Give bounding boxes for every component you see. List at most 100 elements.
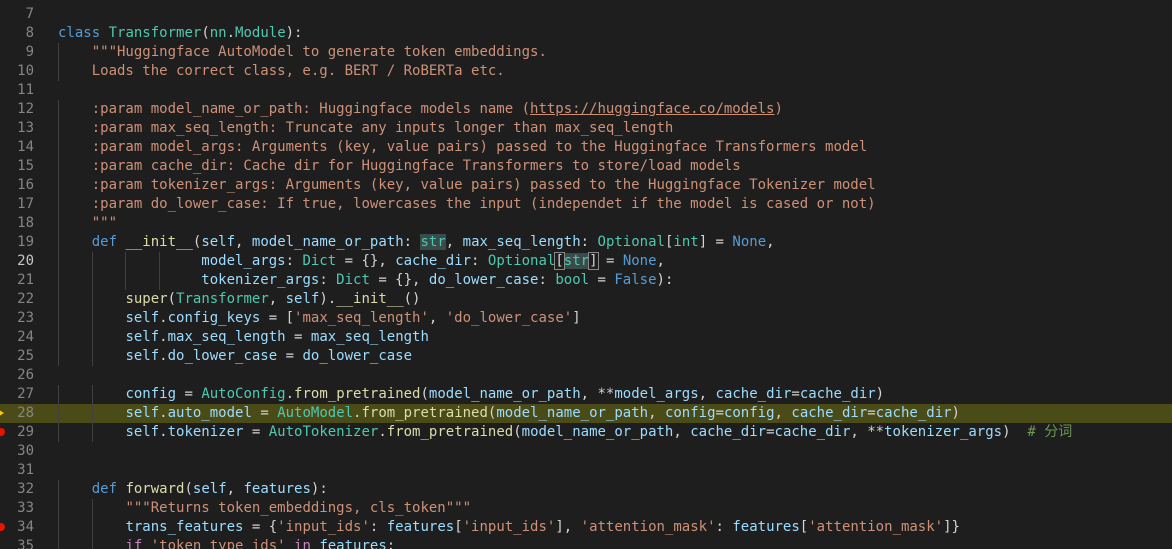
line-number: 20 <box>17 253 34 269</box>
code-token: config <box>664 405 716 421</box>
line-number: 11 <box>17 82 34 98</box>
code-token: self <box>201 234 236 250</box>
line-number: 32 <box>17 481 34 497</box>
code-token: [ <box>454 519 463 535</box>
code-token: ( <box>513 424 522 440</box>
code-token: ( <box>184 481 193 497</box>
code-text: :param do_lower_case: If true, lowercase… <box>58 195 876 214</box>
code-text: """Huggingface AutoModel to generate tok… <box>58 43 547 62</box>
code-token: , <box>766 234 775 250</box>
code-token: . <box>159 310 168 326</box>
code-token: Optional <box>487 253 556 269</box>
code-token: in <box>294 538 311 549</box>
code-line[interactable]: 28 self.auto_model = AutoModel.from_pret… <box>0 404 1172 423</box>
code-token: = <box>243 424 269 440</box>
code-line[interactable]: 11 <box>0 81 1172 100</box>
code-text: :param max_seq_length: Truncate any inpu… <box>58 119 674 138</box>
code-token: :param model_args: Arguments (key, value… <box>91 139 868 155</box>
code-line[interactable]: 9 """Huggingface AutoModel to generate t… <box>0 43 1172 62</box>
code-line[interactable]: 7 <box>0 5 1172 24</box>
code-token: ], <box>555 519 581 535</box>
code-line[interactable]: 32 def forward(self, features): <box>0 480 1172 499</box>
code-token: trans_features <box>125 519 244 535</box>
code-token: = {}, <box>336 253 396 269</box>
code-line[interactable]: 22 super(Transformer, self).__init__() <box>0 290 1172 309</box>
code-token: tokenizer_args <box>201 272 320 288</box>
code-token: , <box>268 291 286 307</box>
code-line[interactable]: 16 :param tokenizer_args: Arguments (key… <box>0 176 1172 195</box>
code-token: . <box>159 424 168 440</box>
code-token: ] = <box>698 234 733 250</box>
code-text: :param cache_dir: Cache dir for Huggingf… <box>58 157 741 176</box>
code-line[interactable]: 15 :param cache_dir: Cache dir for Huggi… <box>0 157 1172 176</box>
code-token: , <box>445 234 463 250</box>
code-line[interactable]: 35 if 'token_type_ids' in features: <box>0 537 1172 549</box>
code-token: super <box>125 291 168 307</box>
code-token: AutoModel <box>277 405 354 421</box>
code-line[interactable]: 29 self.tokenizer = AutoTokenizer.from_p… <box>0 423 1172 442</box>
code-token: . <box>285 386 295 402</box>
code-token: 'attention_mask' <box>808 519 944 535</box>
code-line[interactable]: 24 self.max_seq_length = max_seq_length <box>0 328 1172 347</box>
code-line[interactable]: 26 <box>0 366 1172 385</box>
code-line[interactable]: 23 self.config_keys = ['max_seq_length',… <box>0 309 1172 328</box>
code-token: Dict <box>302 253 337 269</box>
code-token: : <box>538 272 556 288</box>
code-token: auto_model <box>167 405 252 421</box>
code-editor[interactable]: 7 8 class Transformer(nn.Module): 9 """Hugg… <box>0 0 1172 549</box>
code-line[interactable]: 18 """ <box>0 214 1172 233</box>
code-line[interactable]: 13 :param max_seq_length: Truncate any i… <box>0 119 1172 138</box>
code-line[interactable]: 34 trans_features = {'input_ids': featur… <box>0 518 1172 537</box>
code-token: model_name_or_path <box>428 386 581 402</box>
code-text: config = AutoConfig.from_pretrained(mode… <box>58 385 884 404</box>
code-line[interactable]: 20 model_args: Dict = {}, cache_dir: Opt… <box>0 252 1172 271</box>
code-token: = <box>715 405 724 421</box>
code-line[interactable]: 8 class Transformer(nn.Module): <box>0 24 1172 43</box>
line-number: 31 <box>17 462 34 478</box>
code-line[interactable]: 17 :param do_lower_case: If true, lowerc… <box>0 195 1172 214</box>
code-line[interactable]: 31 <box>0 461 1172 480</box>
line-number: 28 <box>17 405 34 421</box>
code-token: = <box>176 386 202 402</box>
code-token: None <box>622 253 657 269</box>
code-token: . <box>226 25 236 41</box>
code-token: = <box>766 424 775 440</box>
code-token: [ <box>554 252 565 270</box>
code-token: : <box>471 253 488 269</box>
code-token: features <box>732 519 800 535</box>
code-token: if <box>125 538 143 549</box>
code-token: from_pretrained <box>361 405 488 421</box>
code-line[interactable]: 30 <box>0 442 1172 461</box>
code-token: = <box>791 386 800 402</box>
code-text: self.tokenizer = AutoTokenizer.from_pret… <box>58 423 1072 442</box>
code-token: ( <box>201 25 210 41</box>
code-token: ). <box>319 291 337 307</box>
code-token: Loads the correct class, e.g. BERT / RoB… <box>91 63 505 79</box>
code-line[interactable]: 27 config = AutoConfig.from_pretrained(m… <box>0 385 1172 404</box>
code-line[interactable]: 14 :param model_args: Arguments (key, va… <box>0 138 1172 157</box>
code-token: cache_dir <box>395 253 472 269</box>
code-token: __init__ <box>336 291 404 307</box>
code-line[interactable]: 10 Loads the correct class, e.g. BERT / … <box>0 62 1172 81</box>
code-token: : <box>386 538 396 549</box>
code-token: def <box>91 481 118 497</box>
code-token: , <box>648 405 665 421</box>
code-line[interactable]: 33 """Returns token_embeddings, cls_toke… <box>0 499 1172 518</box>
code-token: ) <box>951 405 960 421</box>
code-line[interactable]: 19 def __init__(self, model_name_or_path… <box>0 233 1172 252</box>
code-token: tokenizer <box>167 424 244 440</box>
code-line[interactable]: 21 tokenizer_args: Dict = {}, do_lower_c… <box>0 271 1172 290</box>
code-line[interactable]: 25 self.do_lower_case = do_lower_case <box>0 347 1172 366</box>
code-token: ): <box>285 25 303 41</box>
code-line[interactable]: 12 :param model_name_or_path: Huggingfac… <box>0 100 1172 119</box>
